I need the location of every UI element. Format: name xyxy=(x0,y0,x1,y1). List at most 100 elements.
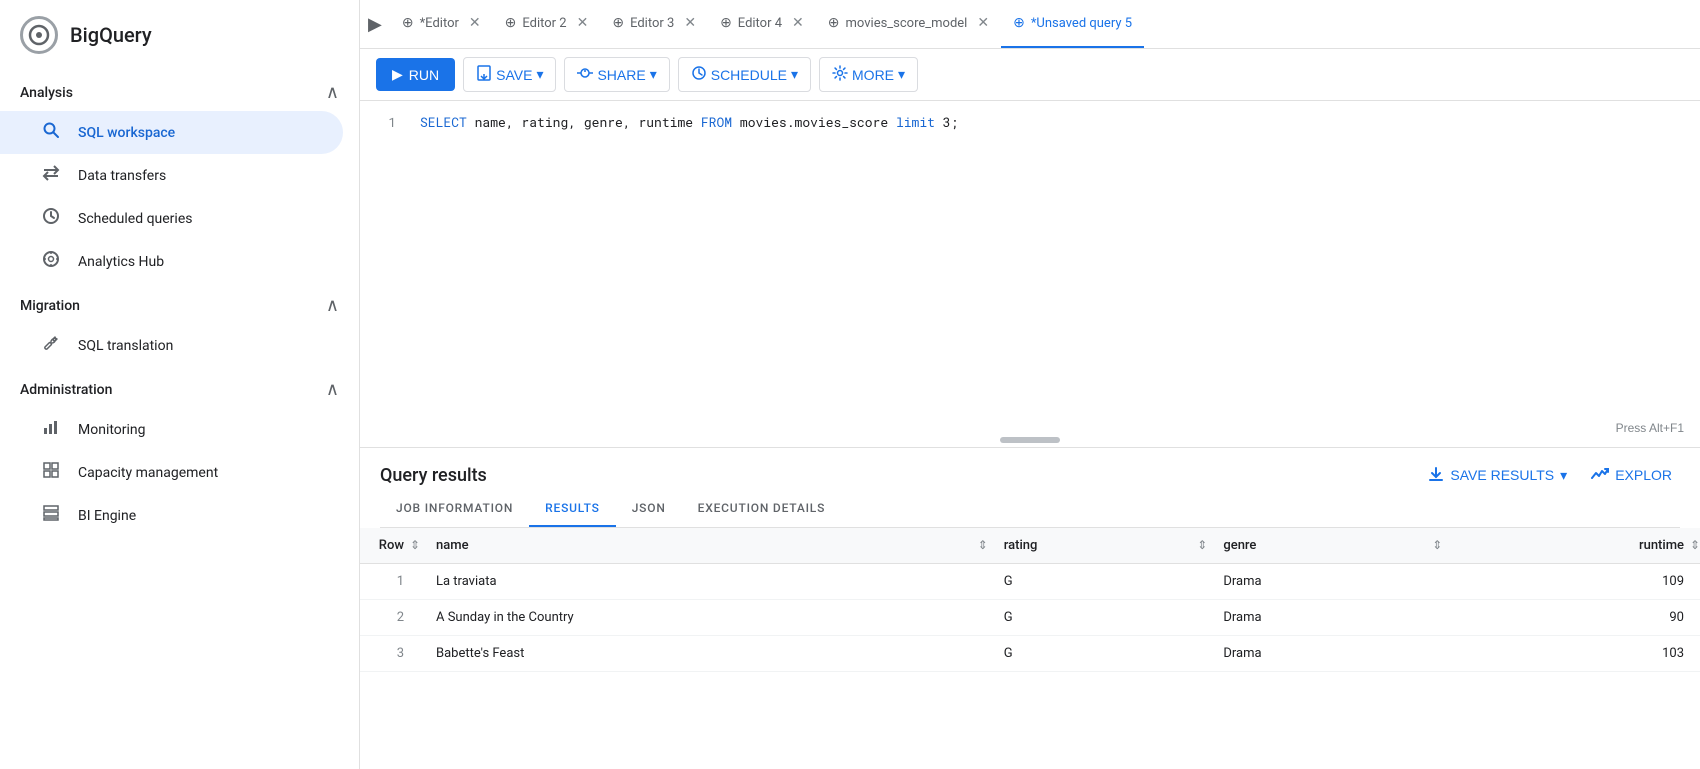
col-resize-icon[interactable]: ⇕ xyxy=(1432,538,1442,552)
result-tab-json[interactable]: JSON xyxy=(616,491,682,527)
table-header-row: Row ⇕ name ⇕ rating ⇕ genre xyxy=(360,528,1700,564)
tab-close-icon[interactable]: ✕ xyxy=(577,15,589,31)
col-resize-icon[interactable]: ⇕ xyxy=(978,538,988,552)
code-plain: name, rating, genre, runtime xyxy=(475,113,701,131)
col-resize-icon[interactable]: ⇕ xyxy=(1690,538,1700,552)
cell-genre: Drama xyxy=(1207,599,1442,635)
search-icon xyxy=(40,121,62,144)
wrench-icon xyxy=(40,334,62,357)
sidebar-item-monitoring[interactable]: Monitoring xyxy=(0,408,343,451)
schedule-button[interactable]: SCHEDULE ▾ xyxy=(678,57,811,92)
result-tabs: JOB INFORMATION RESULTS JSON EXECUTION D… xyxy=(380,491,1680,528)
schedule-icon xyxy=(691,65,707,84)
scrollbar-indicator xyxy=(1000,437,1060,443)
tab-close-icon[interactable]: ✕ xyxy=(469,15,481,31)
clock-icon xyxy=(40,207,62,230)
code-line-1: 1 SELECT name, rating, genre, runtime FR… xyxy=(376,113,1684,131)
sidebar-item-label: SQL translation xyxy=(78,338,173,354)
analysis-label: Analysis xyxy=(20,85,73,101)
save-label: SAVE xyxy=(496,67,532,83)
sidebar-item-analytics-hub[interactable]: Analytics Hub xyxy=(0,240,343,283)
more-label: MORE xyxy=(852,67,894,83)
analytics-hub-icon xyxy=(40,250,62,273)
editor-area[interactable]: 1 SELECT name, rating, genre, runtime FR… xyxy=(360,101,1700,448)
tab-search-icon: ⊕ xyxy=(828,15,840,31)
tab-editor-3[interactable]: ⊕ Editor 3 ✕ xyxy=(600,0,708,48)
tab-close-icon[interactable]: ✕ xyxy=(977,15,989,31)
tab-editor-1[interactable]: ⊕ *Editor ✕ xyxy=(390,0,493,48)
administration-label: Administration xyxy=(20,382,112,398)
schedule-label: SCHEDULE xyxy=(711,67,787,83)
migration-section-header[interactable]: Migration ∧ xyxy=(0,283,359,324)
cell-name: A Sunday in the Country xyxy=(420,599,988,635)
download-icon xyxy=(1428,466,1444,485)
capacity-icon xyxy=(40,461,62,484)
cell-name: Babette's Feast xyxy=(420,635,988,671)
explore-button[interactable]: EXPLOR xyxy=(1583,460,1680,491)
result-tab-label: JOB INFORMATION xyxy=(396,501,513,515)
save-button[interactable]: SAVE ▾ xyxy=(463,57,556,92)
transfers-icon xyxy=(40,164,62,187)
sidebar-item-data-transfers[interactable]: Data transfers xyxy=(0,154,343,197)
share-button[interactable]: SHARE ▾ xyxy=(564,57,669,92)
sidebar: BigQuery Analysis ∧ SQL workspace Data t… xyxy=(0,0,360,769)
col-resize-icon[interactable]: ⇕ xyxy=(1197,538,1207,552)
result-tab-execution-details[interactable]: EXECUTION DETAILS xyxy=(682,491,842,527)
more-button[interactable]: MORE ▾ xyxy=(819,57,918,92)
save-icon xyxy=(476,65,492,84)
tab-close-icon[interactable]: ✕ xyxy=(684,15,696,31)
sidebar-item-bi-engine[interactable]: BI Engine xyxy=(0,494,343,537)
more-dropdown-icon: ▾ xyxy=(898,66,905,83)
run-button[interactable]: ▶ RUN xyxy=(376,58,455,91)
explore-label: EXPLOR xyxy=(1615,467,1672,483)
keyword-select: SELECT xyxy=(420,113,467,131)
save-dropdown-icon: ▾ xyxy=(536,66,543,83)
sidebar-item-label: Scheduled queries xyxy=(78,211,192,227)
bi-engine-icon xyxy=(40,504,62,527)
results-table-wrapper: Row ⇕ name ⇕ rating ⇕ genre xyxy=(360,528,1700,769)
run-label: RUN xyxy=(409,67,439,83)
analysis-section-header[interactable]: Analysis ∧ xyxy=(0,70,359,111)
tab-unsaved-query-5[interactable]: ⊕ *Unsaved query 5 xyxy=(1001,0,1144,48)
result-tab-job-info[interactable]: JOB INFORMATION xyxy=(380,491,529,527)
tab-label: *Unsaved query 5 xyxy=(1031,16,1132,31)
migration-chevron-icon: ∧ xyxy=(326,295,339,316)
sidebar-item-label: SQL workspace xyxy=(78,125,175,141)
cell-name: La traviata xyxy=(420,563,988,599)
save-results-label: SAVE RESULTS xyxy=(1450,467,1554,483)
results-header: Query results SAVE RESULTS ▾ xyxy=(360,448,1700,491)
col-header-name: name ⇕ xyxy=(420,528,988,564)
sidebar-item-sql-workspace[interactable]: SQL workspace xyxy=(0,111,343,154)
sidebar-item-scheduled-queries[interactable]: Scheduled queries xyxy=(0,197,343,240)
sidebar-item-capacity-management[interactable]: Capacity management xyxy=(0,451,343,494)
table-header: Row ⇕ name ⇕ rating ⇕ genre xyxy=(360,528,1700,564)
cell-genre: Drama xyxy=(1207,563,1442,599)
analysis-chevron-icon: ∧ xyxy=(326,82,339,103)
cell-rating: G xyxy=(988,563,1208,599)
tab-bar: ▶ ⊕ *Editor ✕ ⊕ Editor 2 ✕ ⊕ Editor 3 ✕ … xyxy=(360,0,1700,49)
result-tab-results[interactable]: RESULTS xyxy=(529,491,616,527)
table-row: 2 A Sunday in the Country G Drama 90 xyxy=(360,599,1700,635)
result-tab-label: JSON xyxy=(632,501,666,515)
cell-runtime: 90 xyxy=(1442,599,1700,635)
share-label: SHARE xyxy=(597,67,645,83)
sidebar-toggle-button[interactable]: ▶ xyxy=(360,0,390,48)
tab-editor-4[interactable]: ⊕ Editor 4 ✕ xyxy=(708,0,816,48)
share-dropdown-icon: ▾ xyxy=(650,66,657,83)
schedule-dropdown-icon: ▾ xyxy=(791,66,798,83)
col-resize-icon[interactable]: ⇕ xyxy=(410,538,420,552)
table-row: 1 La traviata G Drama 109 xyxy=(360,563,1700,599)
tab-label: Editor 4 xyxy=(738,16,782,31)
tab-editor-2[interactable]: ⊕ Editor 2 ✕ xyxy=(493,0,601,48)
sidebar-item-label: Capacity management xyxy=(78,465,218,481)
table-body: 1 La traviata G Drama 109 2 A Sunday in … xyxy=(360,563,1700,671)
sidebar-item-sql-translation[interactable]: SQL translation xyxy=(0,324,343,367)
tab-search-icon: ⊕ xyxy=(402,15,414,31)
tab-close-icon[interactable]: ✕ xyxy=(792,15,804,31)
code-content: SELECT name, rating, genre, runtime FROM… xyxy=(420,113,958,131)
administration-section-header[interactable]: Administration ∧ xyxy=(0,367,359,408)
save-results-button[interactable]: SAVE RESULTS ▾ xyxy=(1420,460,1575,491)
tab-movies-score-model[interactable]: ⊕ movies_score_model ✕ xyxy=(816,0,1001,48)
logo-icon xyxy=(20,16,58,54)
tab-label: movies_score_model xyxy=(846,16,968,31)
